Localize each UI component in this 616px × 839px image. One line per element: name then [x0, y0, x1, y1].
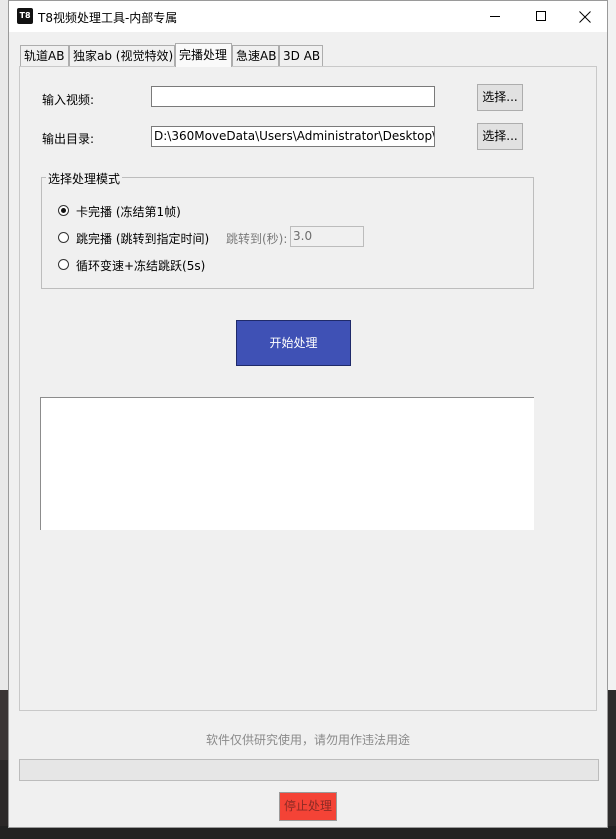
mode-groupbox: 选择处理模式 卡完播 (冻结第1帧) 跳完播 (跳转到指定时间) 跳转到(秒):… [41, 170, 534, 289]
mode-radio-freeze[interactable] [58, 205, 69, 216]
tab-panel-completion: 输入视频: 选择... 输出目录: D:\360MoveData\Users\A… [19, 66, 597, 711]
app-logo-icon: T8 [17, 8, 33, 24]
progress-bar [19, 759, 599, 781]
jump-seconds-field[interactable]: 3.0 [290, 226, 364, 247]
mode-radio-jump[interactable] [58, 232, 69, 243]
tab-3d-ab[interactable]: 3D AB [279, 45, 323, 66]
window-title: T8视频处理工具-内部专属 [38, 11, 178, 25]
tab-exclusive-ab[interactable]: 独家ab (视觉特效) [69, 45, 175, 66]
disclaimer-text: 软件仅供研究使用，请勿用作违法用途 [205, 733, 410, 747]
start-processing-button[interactable]: 开始处理 [236, 320, 351, 366]
mode-label-loop-speed[interactable]: 循环变速+冻结跳跃(5s) [76, 257, 205, 274]
close-icon [579, 10, 591, 23]
mode-label-jump[interactable]: 跳完播 (跳转到指定时间) [76, 230, 209, 247]
tab-track-ab[interactable]: 轨道AB [20, 45, 69, 66]
stop-processing-button[interactable]: 停止处理 [279, 792, 337, 821]
input-video-field[interactable] [151, 86, 435, 107]
output-dir-field[interactable]: D:\360MoveData\Users\Administrator\Deskt… [151, 126, 435, 147]
tab-completion-processing[interactable]: 完播处理 [175, 43, 232, 67]
input-video-select-button[interactable]: 选择... [477, 84, 523, 111]
log-output-area[interactable] [40, 397, 534, 530]
output-dir-label: 输出目录: [42, 132, 95, 146]
mode-radio-loop-speed[interactable] [58, 259, 69, 270]
mode-label-freeze[interactable]: 卡完播 (冻结第1帧) [76, 203, 181, 220]
close-button[interactable] [562, 1, 608, 32]
minimize-icon [489, 16, 500, 17]
tab-rapid-ab[interactable]: 急速AB [232, 45, 279, 66]
maximize-button[interactable] [518, 1, 564, 32]
jump-seconds-label: 跳转到(秒): [226, 232, 288, 246]
title-bar[interactable]: T8 T8视频处理工具-内部专属 [9, 1, 607, 32]
desktop-background-left [0, 0, 8, 839]
desktop-background-right [608, 0, 616, 839]
minimize-button[interactable] [472, 1, 518, 32]
app-window: T8 T8视频处理工具-内部专属 轨道AB 独家ab (视觉特效) 完播处理 急… [8, 0, 608, 828]
output-dir-select-button[interactable]: 选择... [477, 123, 523, 150]
mode-group-legend: 选择处理模式 [46, 170, 123, 187]
maximize-icon [535, 11, 546, 21]
input-video-label: 输入视频: [42, 93, 95, 107]
